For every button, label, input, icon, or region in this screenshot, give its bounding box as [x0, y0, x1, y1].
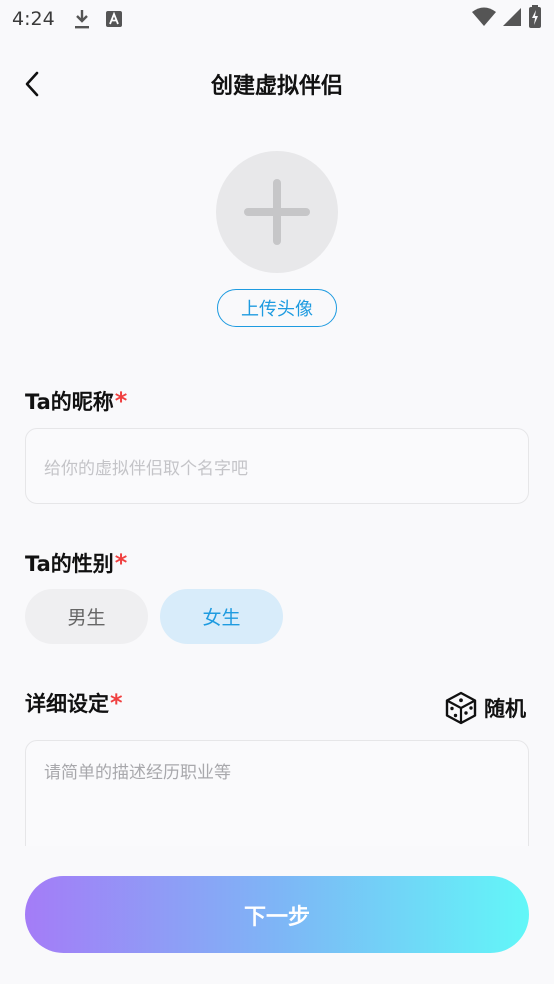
gender-female-button[interactable]: 女生: [160, 589, 283, 644]
avatar-upload[interactable]: [216, 151, 338, 273]
download-icon: [73, 8, 91, 30]
plus-icon: [244, 179, 310, 245]
nickname-input[interactable]: 给你的虚拟伴侣取个名字吧: [25, 428, 529, 504]
random-label: 随机: [484, 697, 526, 721]
dice-icon: [445, 691, 477, 725]
gender-label: Ta的性别*: [25, 548, 127, 578]
gender-label-text: Ta的性别: [25, 552, 114, 576]
status-time: 4:24: [12, 8, 55, 30]
battery-charging-icon: [528, 5, 542, 33]
wifi-icon: [472, 7, 496, 31]
status-bar: 4:24: [0, 0, 554, 38]
required-mark: *: [110, 689, 123, 717]
upload-avatar-button[interactable]: 上传头像: [217, 289, 337, 327]
nickname-label-text: Ta的昵称: [25, 390, 114, 414]
next-step-button[interactable]: 下一步: [25, 876, 529, 953]
status-right-icons: [472, 5, 542, 33]
signal-icon: [502, 7, 522, 31]
random-button[interactable]: 随机: [444, 688, 526, 728]
back-button[interactable]: [14, 66, 50, 102]
back-arrow-icon: [25, 71, 39, 97]
details-placeholder: 请简单的描述经历职业等: [44, 763, 231, 783]
required-mark: *: [114, 549, 128, 577]
nickname-label: Ta的昵称*: [25, 386, 127, 416]
header: 创建虚拟伴侣: [0, 58, 554, 110]
details-label: 详细设定*: [25, 688, 123, 718]
gender-male-button[interactable]: 男生: [25, 589, 148, 644]
details-label-text: 详细设定: [25, 692, 109, 716]
required-mark: *: [114, 387, 128, 415]
app-a-icon: [105, 10, 123, 28]
nickname-placeholder: 给你的虚拟伴侣取个名字吧: [44, 458, 248, 479]
page-title: 创建虚拟伴侣: [210, 74, 343, 99]
